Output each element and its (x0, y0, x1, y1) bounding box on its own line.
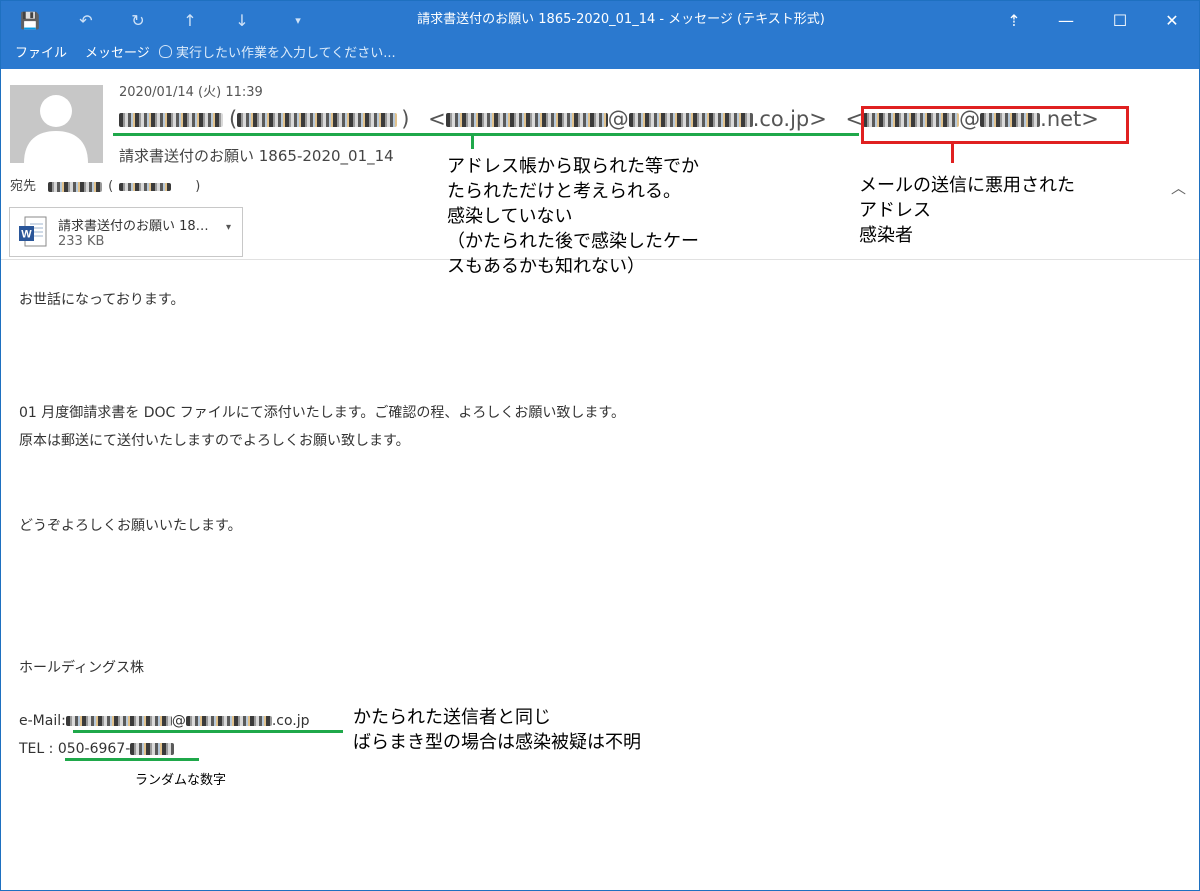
redacted-email-domain (185, 716, 272, 726)
arrow-down-icon[interactable]: ↓ (225, 1, 259, 39)
signature-company: ホールディングス株 (19, 660, 145, 676)
lightbulb-icon (159, 45, 172, 58)
signature-tel: TEL : 050-6967- (19, 741, 175, 757)
attachment-chip[interactable]: W 請求書送付のお願い 18… 233 KB ▾ (9, 207, 243, 257)
customize-icon[interactable]: ▾ (281, 1, 315, 39)
signature-note-line-2: ばらまき型の場合は感染被疑は不明 (353, 732, 641, 753)
redacted-sender-domain (628, 113, 753, 127)
attachment-size: 233 KB (58, 234, 105, 249)
tel-underline (65, 758, 199, 761)
sender-note: アドレス帳から取られた等でか たられただけと考えられる。 感染していない （かた… (447, 154, 699, 279)
minimize-icon[interactable]: — (1041, 1, 1091, 39)
redacted-recipient (48, 181, 103, 192)
signature-email: e-Mail: @ .co.jp (19, 713, 310, 729)
ribbon-display-icon[interactable]: ⇡ (989, 1, 1039, 39)
subject-line: 請求書送付のお願い 1865-2020_01_14 (119, 147, 394, 165)
from-paren-close: ) (401, 107, 410, 131)
sender-note-line-3: 感染していない (447, 206, 573, 227)
tab-file[interactable]: ファイル (15, 39, 67, 69)
from-paren-open: ( (229, 107, 238, 131)
email-at: @ (171, 713, 186, 729)
title-bar: 💾 ↶ ↻ ↑ ↓ ▾ 請求書送付のお願い 1865-2020_01_14 - … (1, 1, 1199, 39)
from-lt: < (428, 107, 446, 131)
from-domain: .co.jp> (752, 107, 827, 131)
signature-note-line-1: かたられた送信者と同じ (353, 707, 551, 728)
save-icon[interactable]: 💾 (13, 1, 47, 39)
infected-note-line-2: アドレス (859, 200, 931, 221)
tell-me-box[interactable]: 実行したい作業を入力してください... (159, 39, 396, 69)
infected-note-line-1: メールの送信に悪用された (859, 175, 1075, 196)
word-document-icon: W (19, 216, 47, 247)
sender-pointer (471, 133, 474, 149)
person-icon (24, 95, 88, 163)
collapse-header-icon[interactable]: ︿ (1171, 177, 1186, 198)
sent-date: 2020/01/14 (火) 11:39 (119, 85, 263, 100)
close-icon[interactable]: ✕ (1147, 1, 1197, 39)
body-closing: どうぞよろしくお願いいたします。 (19, 518, 242, 534)
ribbon-tabs: ファイル メッセージ 実行したい作業を入力してください... (1, 39, 1199, 69)
email-label: e-Mail: (19, 713, 66, 729)
to-paren-open: ( (108, 179, 114, 194)
undo-icon[interactable]: ↶ (69, 1, 103, 39)
infected-note: メールの送信に悪用された アドレス 感染者 (859, 173, 1075, 248)
redacted-sender-romaji (237, 113, 398, 127)
redacted-sender-local (445, 113, 608, 127)
to-label: 宛先 (10, 179, 37, 194)
tab-message[interactable]: メッセージ (85, 39, 150, 69)
window-title: 請求書送付のお願い 1865-2020_01_14 - メッセージ (テキスト形… (417, 12, 825, 27)
infected-address-box (861, 106, 1129, 144)
redacted-email-local (65, 716, 172, 726)
redo-icon[interactable]: ↻ (121, 1, 155, 39)
body-greeting: お世話になっております。 (19, 292, 185, 308)
random-number-note: ランダムな数字 (135, 773, 227, 788)
arrow-up-icon[interactable]: ↑ (173, 1, 207, 39)
avatar (10, 85, 103, 163)
email-domain: .co.jp (271, 713, 310, 729)
maximize-icon[interactable]: ☐ (1095, 1, 1145, 39)
svg-text:W: W (21, 229, 32, 241)
sender-note-line-2: たられただけと考えられる。 (447, 181, 681, 202)
infected-note-line-3: 感染者 (859, 225, 913, 246)
body-line-1: 01 月度御請求書を DOC ファイルにて添付いたします。ご確認の程、よろしくお… (19, 405, 625, 421)
sender-note-line-4: （かたられた後で感染したケー (447, 231, 699, 252)
email-underline (73, 730, 343, 733)
redacted-sender-name (119, 113, 223, 127)
attachment-dropdown-icon[interactable]: ▾ (226, 222, 231, 233)
redacted-tel-suffix (130, 743, 175, 755)
redacted-recipient-address (119, 182, 172, 191)
infected-pointer (951, 141, 954, 163)
sender-note-line-5: スもあるかも知れない） (447, 256, 645, 277)
tel-label: TEL : (19, 741, 58, 757)
signature-note: かたられた送信者と同じ ばらまき型の場合は感染被疑は不明 (353, 705, 641, 755)
to-paren-close: ) (195, 179, 201, 194)
tel-value: 050-6967- (57, 741, 131, 757)
attachment-name: 請求書送付のお願い 18… (58, 219, 209, 234)
tell-me-placeholder: 実行したい作業を入力してください... (176, 46, 396, 61)
from-at: @ (607, 107, 629, 131)
sender-note-line-1: アドレス帳から取られた等でか (447, 156, 699, 177)
sender-underline (113, 133, 859, 136)
body-line-2: 原本は郵送にて送付いたしますのでよろしくお願い致します。 (19, 433, 410, 449)
email-window: 💾 ↶ ↻ ↑ ↓ ▾ 請求書送付のお願い 1865-2020_01_14 - … (0, 0, 1200, 891)
recipient-line: 宛先 () (10, 175, 200, 194)
